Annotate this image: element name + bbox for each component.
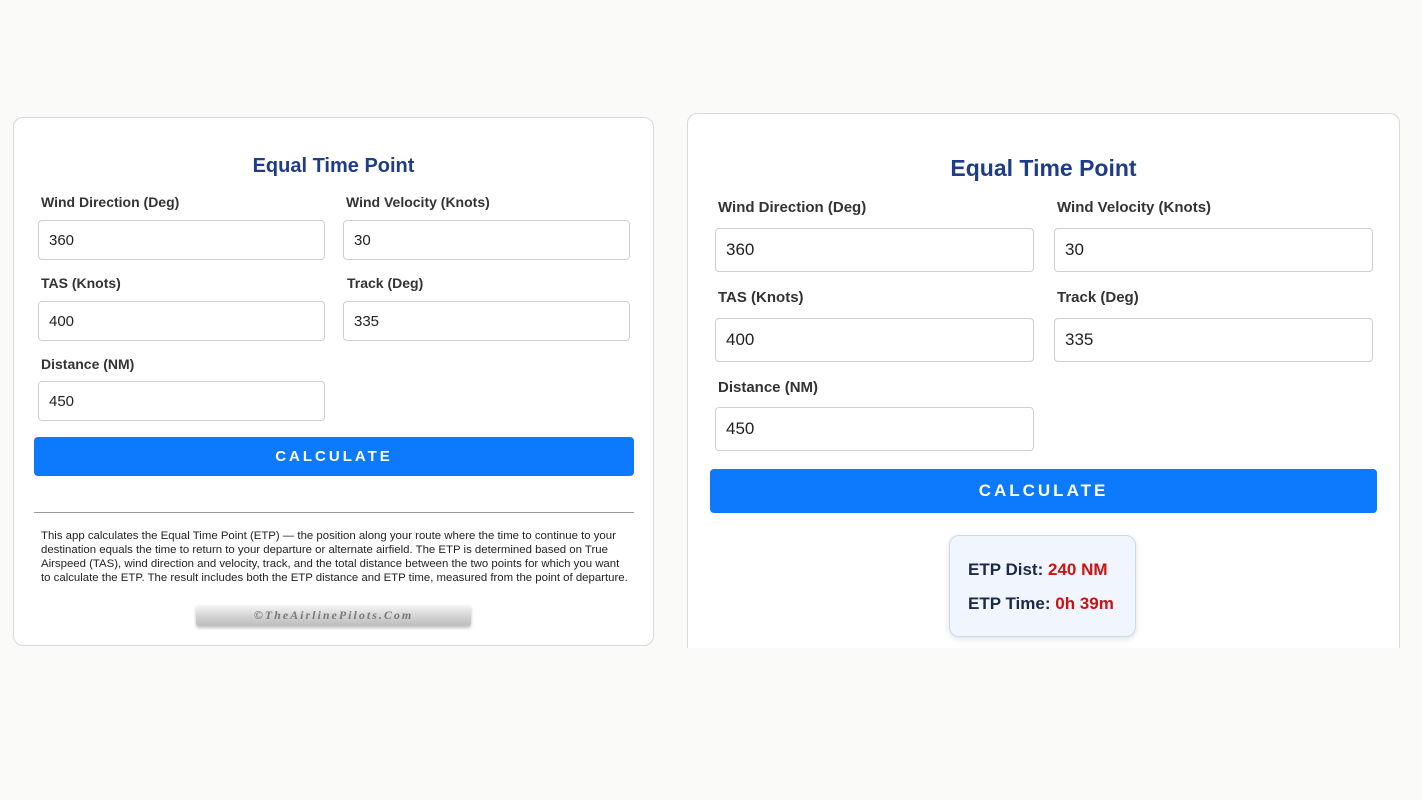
wind-direction-label: Wind Direction (Deg) [718, 199, 867, 216]
track-label: Track (Deg) [1057, 289, 1139, 306]
tas-input[interactable] [38, 301, 325, 341]
etp-calculator-card-left: Equal Time Point Wind Direction (Deg) Wi… [13, 117, 654, 646]
etp-time-label: ETP Time: [968, 594, 1051, 613]
tas-input[interactable] [715, 318, 1034, 362]
page-title: Equal Time Point [252, 155, 415, 177]
track-label: Track (Deg) [347, 275, 424, 291]
wind-direction-input[interactable] [38, 220, 325, 260]
calculate-button[interactable]: CALCULATE [34, 437, 634, 476]
track-input[interactable] [343, 301, 630, 341]
site-logo[interactable]: ©TheAirlinePilots.Com [196, 605, 471, 626]
wind-velocity-label: Wind Velocity (Knots) [1057, 199, 1212, 216]
etp-time-result: ETP Time: 0h 39m [968, 594, 1114, 614]
app-description: This app calculates the Equal Time Point… [41, 530, 628, 584]
wind-velocity-label: Wind Velocity (Knots) [346, 194, 490, 210]
crop-mask [680, 648, 1410, 688]
wind-direction-input[interactable] [715, 228, 1034, 272]
etp-calculator-card-right: Equal Time Point Wind Direction (Deg) Wi… [687, 113, 1400, 673]
track-input[interactable] [1054, 318, 1373, 362]
distance-input[interactable] [38, 381, 325, 421]
distance-label: Distance (NM) [718, 379, 819, 396]
wind-direction-label: Wind Direction (Deg) [41, 194, 180, 210]
etp-distance-label: ETP Dist: [968, 560, 1044, 579]
page-title: Equal Time Point [950, 155, 1137, 181]
tas-label: TAS (Knots) [718, 289, 804, 306]
tas-label: TAS (Knots) [41, 275, 121, 291]
wind-velocity-input[interactable] [343, 220, 630, 260]
etp-time-value: 0h 39m [1055, 594, 1114, 613]
divider [34, 512, 634, 513]
result-panel: ETP Dist: 240 NM ETP Time: 0h 39m [949, 535, 1136, 637]
etp-distance-value: 240 NM [1048, 560, 1108, 579]
calculate-button[interactable]: CALCULATE [710, 469, 1377, 513]
distance-input[interactable] [715, 407, 1034, 451]
distance-label: Distance (NM) [41, 356, 135, 372]
wind-velocity-input[interactable] [1054, 228, 1373, 272]
etp-distance-result: ETP Dist: 240 NM [968, 560, 1108, 580]
